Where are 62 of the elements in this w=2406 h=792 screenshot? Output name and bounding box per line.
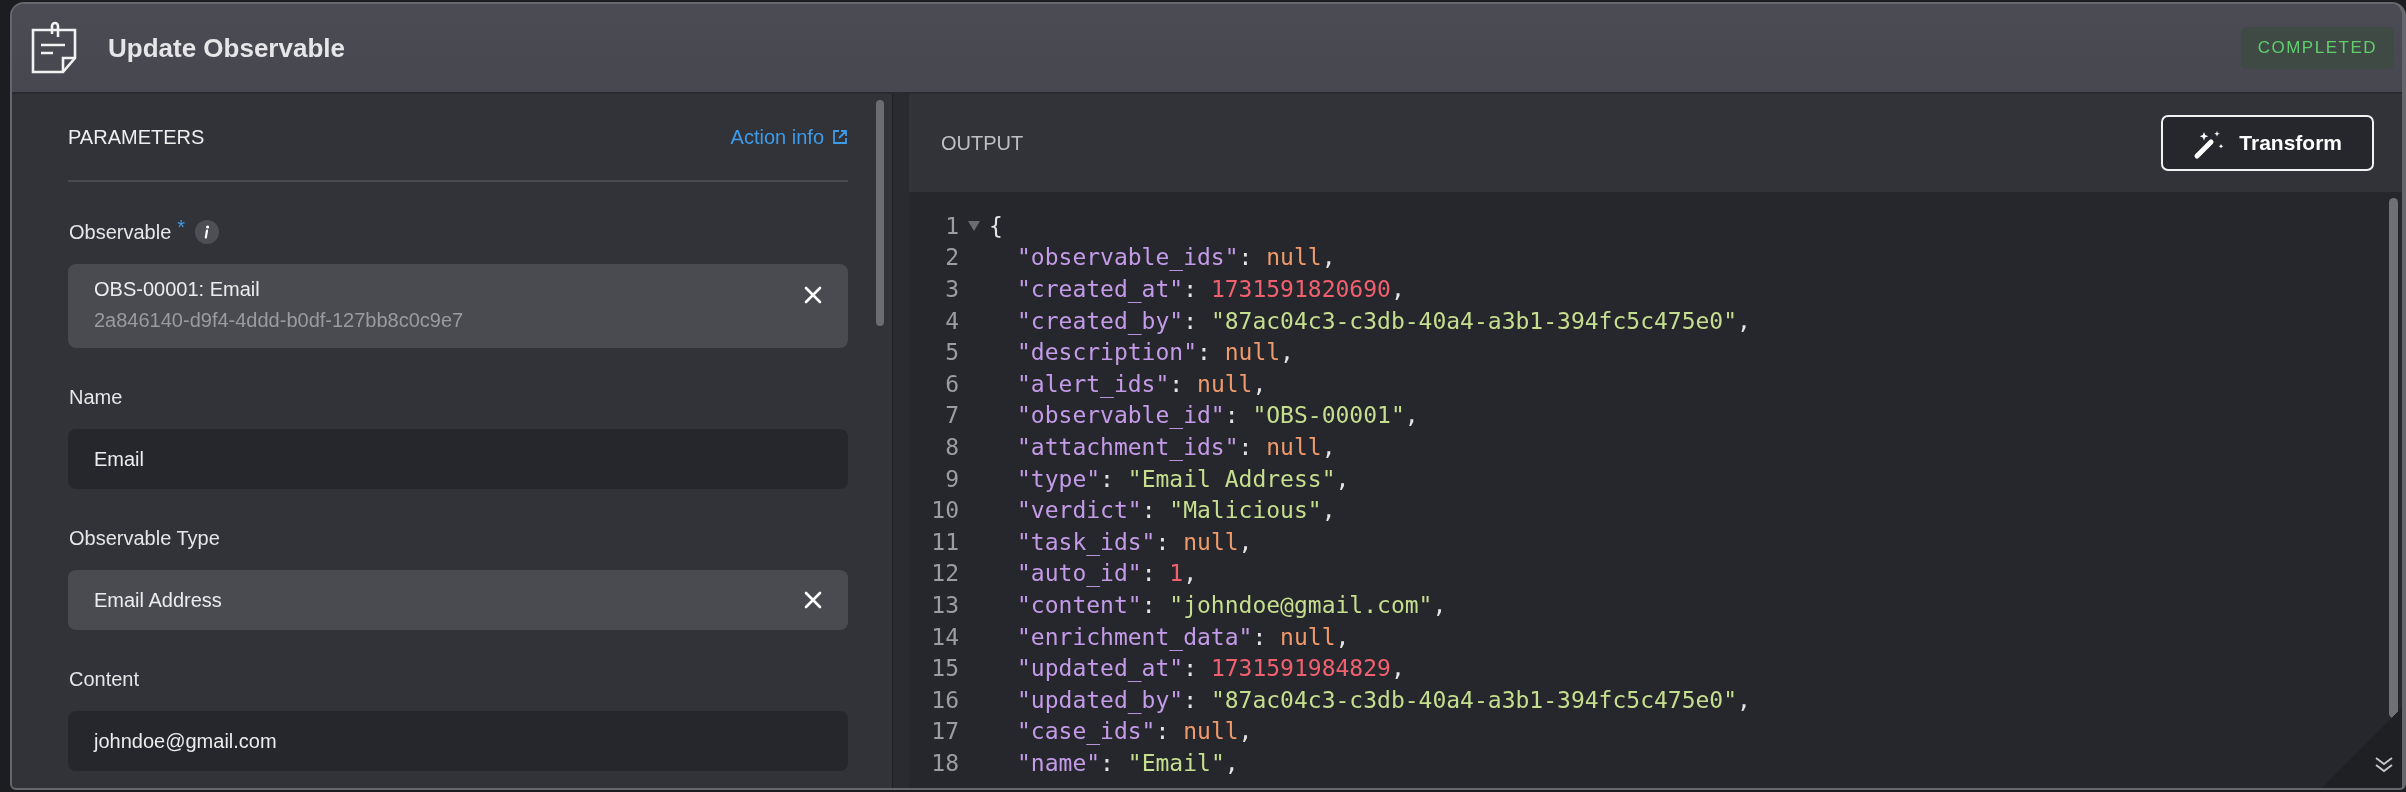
code-line: "observable_id": "OBS-00001", [1016, 402, 1419, 429]
code-line: "enrichment_data": null, [1016, 623, 1350, 650]
window-title: Update Observable [108, 32, 346, 64]
fold-triangle-icon[interactable] [968, 220, 980, 231]
line-number: 5 [944, 339, 959, 366]
code-line: "created_by": "87ac04c3-c3db-40a4-a3b1-394fc5c475e0", [1016, 307, 1751, 334]
scrollbar-thumb[interactable] [876, 100, 884, 326]
text-field[interactable]: johndoe@gmail.com [68, 711, 848, 771]
line-number: 2 [944, 244, 959, 271]
line-number: 14 [930, 623, 959, 650]
field-label: Name [69, 386, 123, 409]
output-heading: OUTPUT [941, 131, 1024, 155]
code-line: "task_ids": null, [1016, 528, 1253, 555]
field-label: Observable Type [69, 527, 220, 550]
note-icon [30, 21, 78, 75]
code-line: "verdict": "Malicious", [1016, 497, 1336, 524]
close-icon[interactable] [804, 591, 822, 609]
section-heading: PARAMETERS [68, 125, 205, 149]
line-number: 4 [944, 307, 959, 334]
info-icon[interactable] [195, 220, 220, 244]
line-number: 9 [944, 465, 959, 492]
text-field[interactable]: Email [68, 429, 848, 489]
code-line: "updated_by": "87ac04c3-c3db-40a4-a3b1-394fc5c475e0", [1016, 686, 1751, 713]
scrollbar-thumb[interactable] [2389, 198, 2398, 718]
line-number: 3 [944, 276, 959, 302]
line-number: 13 [930, 591, 959, 618]
line-number: 11 [930, 528, 959, 555]
code-line: "description": null, [1016, 339, 1294, 366]
line-number: 10 [930, 497, 959, 524]
code-line: "case_ids": null, [1016, 718, 1253, 745]
close-icon[interactable] [804, 286, 822, 304]
transform-button[interactable]: Transform [2161, 115, 2374, 171]
line-number: 1 [944, 212, 959, 239]
code-line: "content": "johndoe@gmail.com", [1016, 591, 1447, 618]
field-label: Observable [69, 220, 172, 244]
line-number: 6 [944, 370, 959, 397]
code-line: { [989, 212, 1003, 239]
action-info-link[interactable]: Action info [730, 125, 848, 149]
code-line: "updated_at": 1731591984829, [1016, 655, 1405, 682]
required-mark: * [177, 216, 186, 239]
code-line: "observable_ids": null, [1016, 244, 1336, 271]
code-line: "created_at": 1731591820690, [1016, 276, 1405, 302]
field-label: Content [69, 668, 140, 691]
status-badge: COMPLETED [2240, 27, 2394, 69]
line-number: 16 [930, 686, 959, 713]
line-number: 15 [930, 655, 959, 682]
observable-id-text: 2a846140-d9f4-4ddd-b0df-127bb8c0c9e7 [94, 309, 465, 332]
code-line: "attachment_ids": null, [1016, 433, 1336, 460]
code-line: "type": "Email Address", [1016, 465, 1350, 492]
type-select[interactable]: Email Address [68, 570, 848, 630]
line-number: 17 [930, 718, 959, 745]
line-number: 18 [930, 749, 959, 776]
external-link-icon [832, 129, 848, 145]
selected-value: OBS-00001: Email [94, 278, 261, 301]
code-line: "alert_ids": null, [1016, 370, 1267, 397]
line-number: 8 [944, 433, 959, 460]
double-chevron-icon[interactable] [2374, 756, 2394, 774]
line-number: 7 [944, 402, 959, 429]
code-line: "name": "Email", [1016, 749, 1239, 776]
code-line: "auto_id": 1, [1016, 560, 1198, 587]
line-number: 12 [930, 560, 959, 587]
observable-select[interactable]: OBS-00001: Email 2a846140-d9f4-4ddd-b0df-127bb8c0c9e7 [68, 264, 848, 348]
